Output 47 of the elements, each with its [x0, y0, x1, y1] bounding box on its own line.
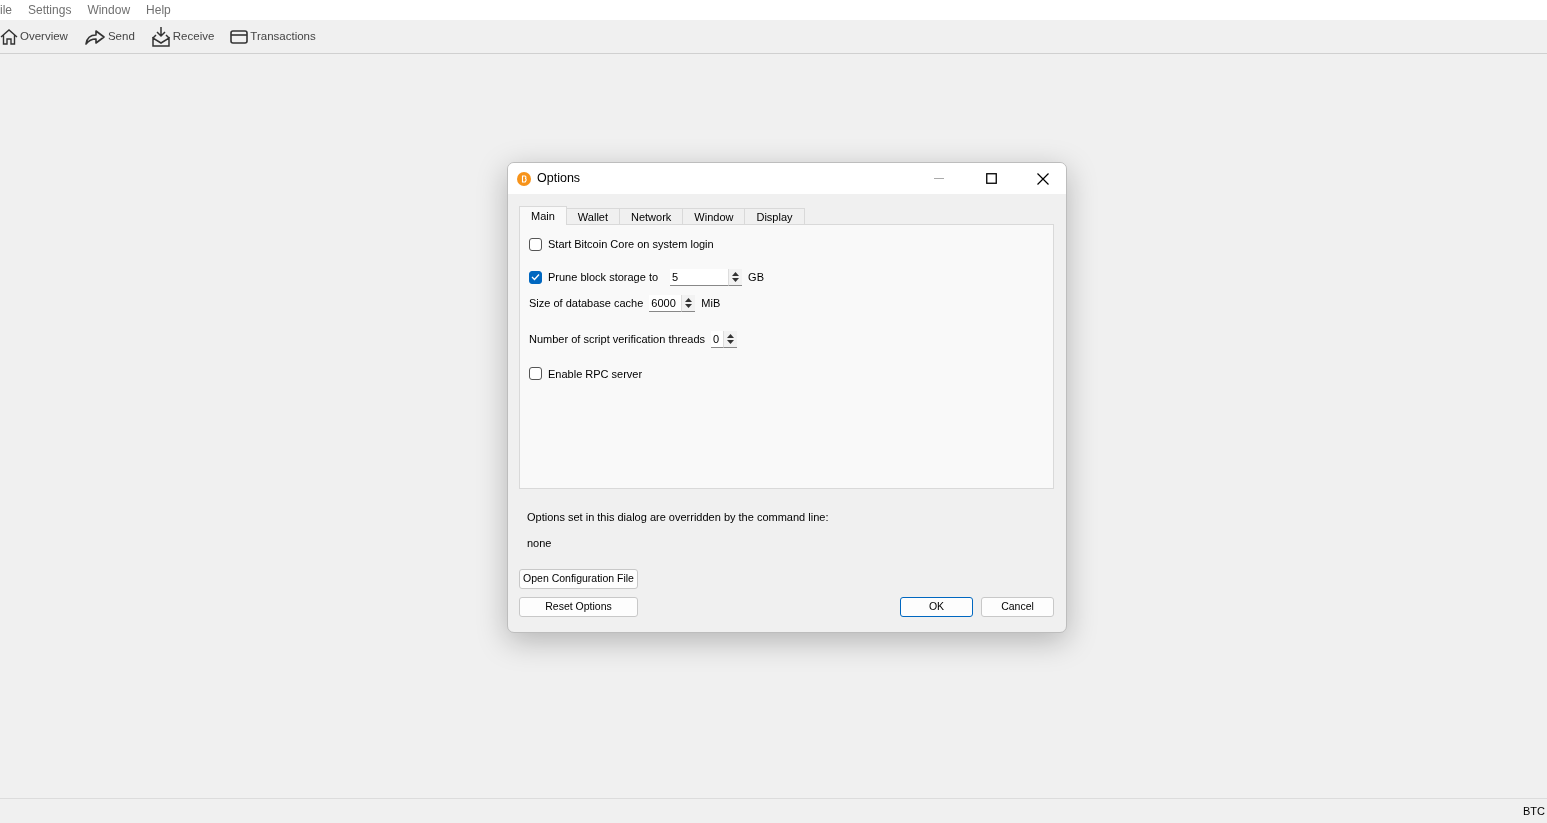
- checkbox[interactable]: [529, 270, 542, 284]
- tray-download-icon: [150, 25, 171, 48]
- minimize-icon: [934, 178, 944, 179]
- down-arrow-icon[interactable]: [685, 303, 693, 308]
- unit-label: GB: [748, 269, 764, 285]
- menu-item[interactable]: ile: [0, 1, 12, 19]
- option-label: Prune block storage to: [548, 269, 659, 285]
- menu-item[interactable]: Window: [87, 1, 131, 19]
- option-label: Enable RPC server: [548, 366, 643, 382]
- spin-buttons[interactable]: [728, 268, 743, 286]
- dialog-button[interactable]: Reset Options: [519, 597, 638, 617]
- spin-field[interactable]: 6000: [649, 294, 682, 312]
- spin-buttons[interactable]: [681, 294, 696, 312]
- up-arrow-icon[interactable]: [685, 297, 693, 302]
- checkbox[interactable]: [529, 237, 542, 251]
- up-arrow-icon[interactable]: [727, 333, 735, 338]
- house-icon: [0, 27, 18, 46]
- tab[interactable]: Main: [519, 206, 567, 225]
- cancel-button[interactable]: Cancel: [981, 597, 1054, 617]
- down-arrow-icon[interactable]: [732, 277, 740, 282]
- toolbar-button[interactable]: Receive: [150, 25, 215, 48]
- spin-field[interactable]: 5: [670, 268, 729, 286]
- menu-item[interactable]: Help: [146, 1, 171, 19]
- option-label: Size of database cache: [529, 295, 644, 311]
- toolbar-button[interactable]: Transactions: [230, 27, 316, 46]
- card-icon: [230, 29, 249, 44]
- maximize-icon: [985, 173, 997, 184]
- coin-icon: [517, 171, 531, 186]
- spin-buttons[interactable]: [723, 330, 738, 348]
- toolbar-button[interactable]: Overview: [0, 27, 68, 46]
- menu-item[interactable]: Settings: [28, 1, 72, 19]
- override-value: none: [527, 535, 553, 551]
- dialog-title: Options: [537, 170, 581, 188]
- spin-field[interactable]: 0: [711, 330, 724, 348]
- down-arrow-icon[interactable]: [727, 339, 735, 344]
- checkbox[interactable]: [529, 367, 542, 381]
- override-note: Options set in this dialog are overridden by the command line:: [527, 510, 830, 525]
- dialog-button[interactable]: Open Configuration File: [519, 569, 638, 589]
- ok-button[interactable]: OK: [900, 597, 973, 617]
- up-arrow-icon[interactable]: [732, 271, 740, 276]
- option-label: Start Bitcoin Core on system login: [548, 237, 714, 252]
- unit-label: MiB: [701, 295, 721, 311]
- option-label: Number of script verification threads: [529, 331, 706, 347]
- close-icon: [1037, 172, 1049, 185]
- currency-unit: BTC: [1523, 803, 1545, 819]
- arrow-icon: [83, 27, 106, 46]
- toolbar-button[interactable]: Send: [83, 27, 135, 46]
